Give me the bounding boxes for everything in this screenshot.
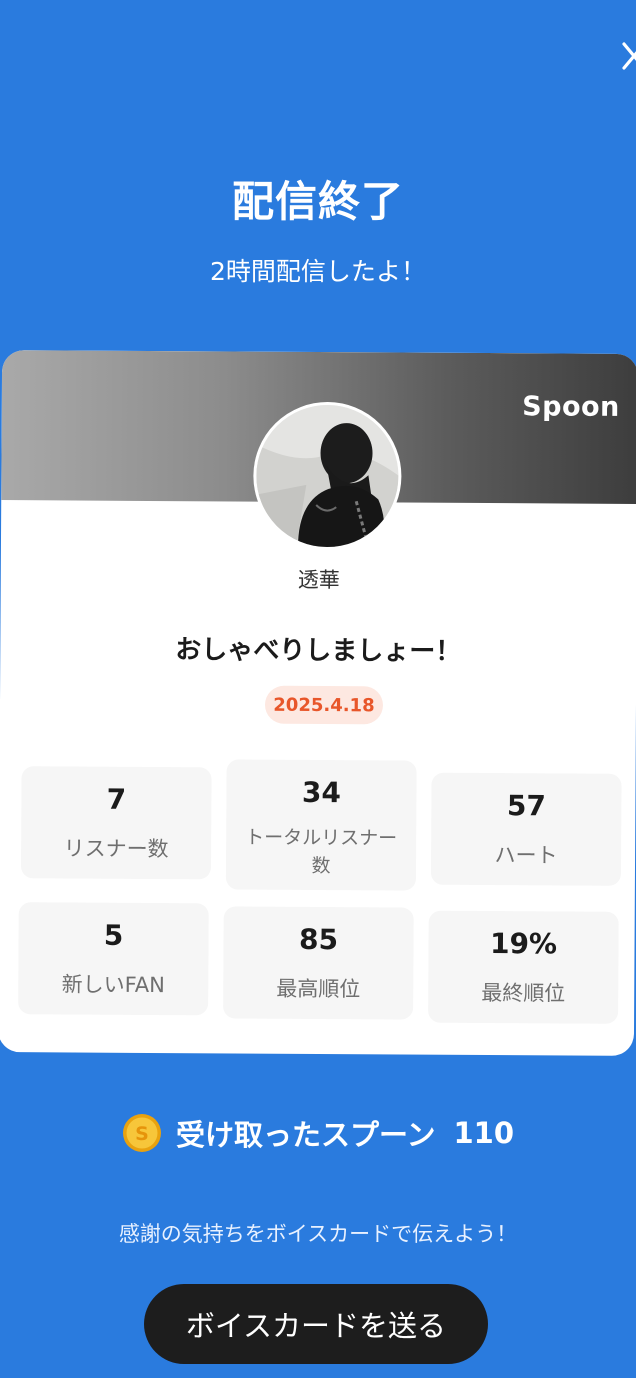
stat-label: 新しいFAN	[61, 972, 165, 998]
username: 透華	[297, 567, 340, 593]
room-title: おしゃべりしましょー！	[175, 635, 462, 667]
stat-value: 7	[106, 782, 127, 816]
stat-value: 57	[506, 789, 546, 823]
svg-text:S: S	[135, 1123, 149, 1145]
stat-hearts: 57 ハート	[430, 772, 622, 886]
stat-highest-rank: 85 最高順位	[223, 906, 414, 1020]
received-spoons-row: S 受け取ったスプーン 110	[0, 1112, 636, 1154]
spoon-coin-icon: S	[122, 1113, 162, 1153]
broadcast-duration-text: 2時間配信したよ！	[210, 257, 426, 286]
stat-total-listeners: 34 トータルリスナー数	[225, 759, 417, 891]
received-spoons-count: 110	[453, 1116, 515, 1150]
send-voice-card-button[interactable]: ボイスカードを送る	[144, 1284, 488, 1364]
brand-logo: Spoon	[522, 391, 620, 423]
stat-listeners: 7 リスナー数	[20, 766, 212, 880]
avatar	[252, 401, 402, 551]
stat-label: ハート	[494, 843, 558, 868]
stat-label: トータルリスナー数	[245, 826, 398, 878]
stat-value: 19%	[489, 927, 558, 961]
thanks-message: 感謝の気持ちをボイスカードで伝えよう！	[118, 1222, 518, 1246]
stat-label: 最終順位	[481, 981, 566, 1006]
stat-new-fans: 5 新しいFAN	[18, 902, 209, 1016]
received-spoons-label: 受け取ったスプーン	[175, 1118, 436, 1152]
stat-label: 最高順位	[276, 976, 361, 1002]
stat-label: リスナー数	[63, 836, 169, 862]
broadcast-summary-card: Spoon 透華 おしゃべりしましょー！ 2025.4.18 7 リスナー数 3…	[0, 350, 636, 1056]
stat-value: 5	[103, 918, 124, 952]
date-badge: 2025.4.18	[264, 685, 384, 725]
stat-value: 85	[298, 922, 339, 957]
page-title: 配信終了	[231, 177, 404, 226]
broadcast-end-screen: 配信終了 2時間配信したよ！ Spoon 透華 おしゃべりしましょー！ 2025…	[0, 0, 636, 1378]
stat-final-rank: 19% 最終順位	[428, 910, 619, 1024]
stat-value: 34	[301, 775, 342, 810]
close-icon[interactable]	[616, 38, 636, 78]
